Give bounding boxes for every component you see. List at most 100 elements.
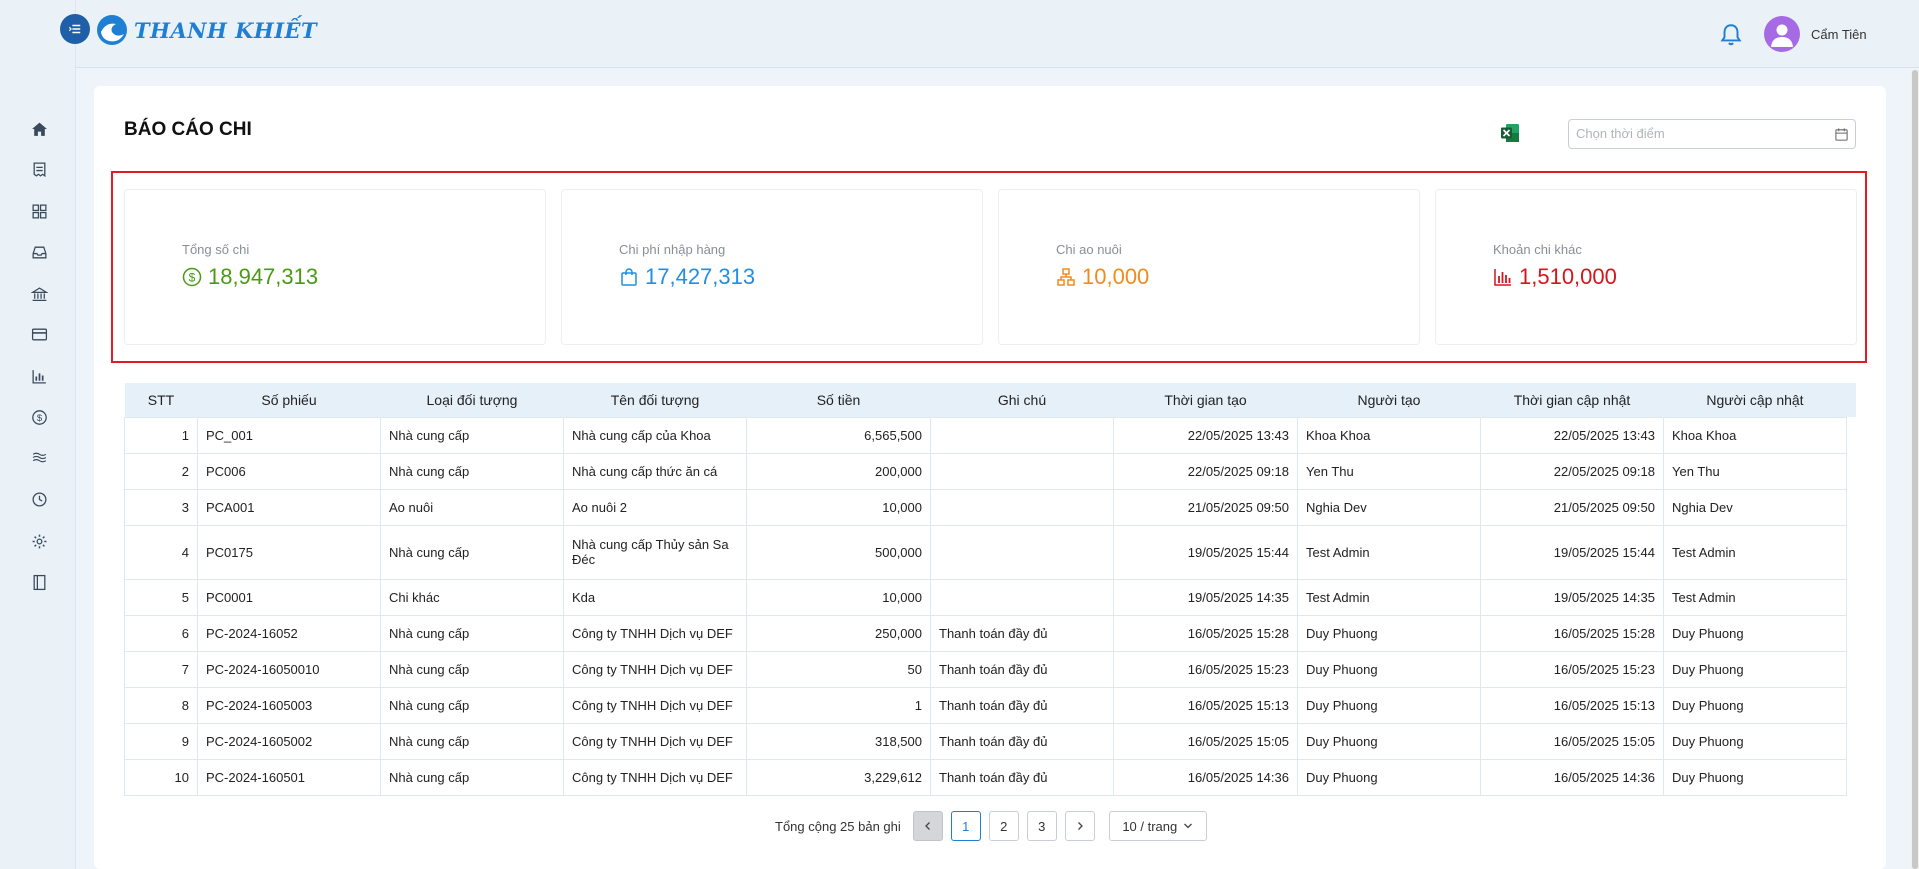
top-header xyxy=(76,0,1919,68)
stat-amount: 18,947,313 xyxy=(208,264,319,289)
settings-icon[interactable] xyxy=(28,530,50,552)
page-size-select[interactable]: 10 / trang xyxy=(1108,811,1207,841)
table-cell: Thanh toán đầy đủ xyxy=(930,758,1114,796)
table-cell: Nhà cung cấp của Khoa xyxy=(563,416,747,454)
receipt-icon[interactable] xyxy=(28,158,50,180)
column-header[interactable]: Thời gian tạo xyxy=(1113,383,1298,417)
table-cell: Test Admin xyxy=(1297,578,1481,616)
table-cell: 2 xyxy=(124,452,198,490)
table-row[interactable]: 6 PC-2024-16052 Nhà cung cấp Công ty TNHH D… xyxy=(124,614,1847,652)
column-header[interactable]: Loại đối tượng xyxy=(380,383,564,417)
table-cell: 10,000 xyxy=(746,488,931,526)
page-button-2[interactable]: 2 xyxy=(988,811,1019,841)
table-cell: 16/05/2025 15:13 xyxy=(1480,686,1664,724)
brand-logo[interactable]: THANH KHIẾT xyxy=(94,12,317,48)
card-icon[interactable] xyxy=(28,323,50,345)
table-cell: 50 xyxy=(746,650,931,688)
chevron-right-icon xyxy=(1077,822,1083,830)
column-header[interactable]: Ghi chú xyxy=(930,383,1114,417)
column-header[interactable]: Số phiếu xyxy=(197,383,381,417)
table-header-scroll-gutter xyxy=(1841,383,1856,417)
table-cell: Duy Phuong xyxy=(1297,650,1481,688)
grid-icon[interactable] xyxy=(28,200,50,222)
home-icon[interactable] xyxy=(28,118,50,140)
table-row[interactable]: 7 PC-2024-16050010 Nhà cung cấp Công ty TNH… xyxy=(124,650,1847,688)
table-cell: 10,000 xyxy=(746,578,931,616)
date-input[interactable] xyxy=(1576,126,1826,141)
column-header[interactable]: STT xyxy=(124,383,198,417)
cluster-icon xyxy=(1057,268,1075,286)
dollar-icon[interactable]: $ xyxy=(28,406,50,428)
prev-page-button[interactable] xyxy=(912,811,943,841)
table-cell: Duy Phuong xyxy=(1297,758,1481,796)
table-cell: 500,000 xyxy=(746,524,931,580)
column-header[interactable]: Tên đối tượng xyxy=(563,383,747,417)
total-records-text: Tổng cộng 25 bản ghi xyxy=(775,818,901,834)
column-header[interactable]: Số tiền xyxy=(746,383,931,417)
table-cell: 16/05/2025 15:23 xyxy=(1480,650,1664,688)
next-page-button[interactable] xyxy=(1064,811,1095,841)
table-row[interactable]: 9 PC-2024-1605002 Nhà cung cấp Công ty TNHH… xyxy=(124,722,1847,760)
table-row[interactable]: 8 PC-2024-1605003 Nhà cung cấp Công ty TNHH… xyxy=(124,686,1847,724)
page-button-3[interactable]: 3 xyxy=(1026,811,1057,841)
table-cell: Nhà cung cấp thức ăn cá xyxy=(563,452,747,490)
table-cell: Duy Phuong xyxy=(1297,614,1481,652)
scrollbar-thumb[interactable] xyxy=(1912,70,1918,869)
bank-icon[interactable] xyxy=(28,283,50,305)
table-row[interactable]: 1 PC_001 Nhà cung cấp Nhà cung cấp của Khoa… xyxy=(124,416,1847,454)
table-cell: 6,565,500 xyxy=(746,416,931,454)
table-cell xyxy=(930,578,1114,616)
table-cell: 16/05/2025 15:13 xyxy=(1113,686,1298,724)
table-row[interactable]: 3 PCA001 Ao nuôi Ao nuôi 2 10,000 21/05/2025 … xyxy=(124,488,1847,526)
stat-amount: 10,000 xyxy=(1082,264,1150,289)
user-name[interactable]: Cẩm Tiên xyxy=(1811,27,1867,42)
table-cell: Nhà cung cấp xyxy=(380,524,564,580)
table-cell: Thanh toán đầy đủ xyxy=(930,614,1114,652)
stat-card-total: Tổng số chi $ 18,947,313 xyxy=(124,189,546,345)
chart-icon[interactable] xyxy=(28,365,50,387)
table-cell: Công ty TNHH Dịch vụ DEF xyxy=(563,614,747,652)
table-cell: Test Admin xyxy=(1663,524,1847,580)
book-icon[interactable] xyxy=(28,571,50,593)
chevron-down-icon xyxy=(1184,823,1193,829)
notification-bell-icon[interactable] xyxy=(1718,22,1744,48)
table-row[interactable]: 5 PC0001 Chi khác Kda 10,000 19/05/2025 14:35… xyxy=(124,578,1847,616)
table-cell: PC-2024-1605002 xyxy=(197,722,381,760)
inbox-icon[interactable] xyxy=(28,241,50,263)
column-header[interactable]: Người cập nhật xyxy=(1663,383,1847,417)
table-cell: 200,000 xyxy=(746,452,931,490)
waves-icon[interactable] xyxy=(28,446,50,468)
history-icon[interactable] xyxy=(28,488,50,510)
bar-chart-icon xyxy=(1494,269,1511,286)
table-cell: 3,229,612 xyxy=(746,758,931,796)
svg-text:$: $ xyxy=(36,412,42,423)
table-row[interactable]: 4 PC0175 Nhà cung cấp Nhà cung cấp Thủy sản… xyxy=(124,524,1847,580)
table-cell: Chi khác xyxy=(380,578,564,616)
table-cell: Nghia Dev xyxy=(1663,488,1847,526)
table-cell: 16/05/2025 15:23 xyxy=(1113,650,1298,688)
table-cell: Nhà cung cấp xyxy=(380,650,564,688)
dollar-circle-icon: $ xyxy=(182,267,202,287)
table-cell: 16/05/2025 15:05 xyxy=(1113,722,1298,760)
date-picker[interactable] xyxy=(1568,119,1856,149)
brand-name: THANH KHIẾT xyxy=(134,17,318,43)
user-avatar[interactable] xyxy=(1764,16,1800,52)
table-cell: 3 xyxy=(124,488,198,526)
menu-toggle-button[interactable] xyxy=(60,14,90,44)
table-cell: 22/05/2025 09:18 xyxy=(1480,452,1664,490)
table-cell: Duy Phuong xyxy=(1663,758,1847,796)
table-cell: Duy Phuong xyxy=(1663,614,1847,652)
menu-icon xyxy=(68,24,81,34)
table-cell: Thanh toán đầy đủ xyxy=(930,650,1114,688)
sidebar: $ xyxy=(0,0,76,869)
export-excel-icon[interactable] xyxy=(1499,122,1521,144)
column-header[interactable]: Người tạo xyxy=(1297,383,1481,417)
table-row[interactable]: 2 PC006 Nhà cung cấp Nhà cung cấp thức ăn c… xyxy=(124,452,1847,490)
stat-label: Tổng số chi xyxy=(182,242,250,257)
table-row[interactable]: 10 PC-2024-160501 Nhà cung cấp Công ty TNHH… xyxy=(124,758,1847,796)
stat-amount: 17,427,313 xyxy=(645,264,756,289)
page-scrollbar[interactable] xyxy=(1911,70,1919,869)
table-cell: Nghia Dev xyxy=(1297,488,1481,526)
column-header[interactable]: Thời gian cập nhật xyxy=(1480,383,1664,417)
page-button-1[interactable]: 1 xyxy=(950,811,981,841)
